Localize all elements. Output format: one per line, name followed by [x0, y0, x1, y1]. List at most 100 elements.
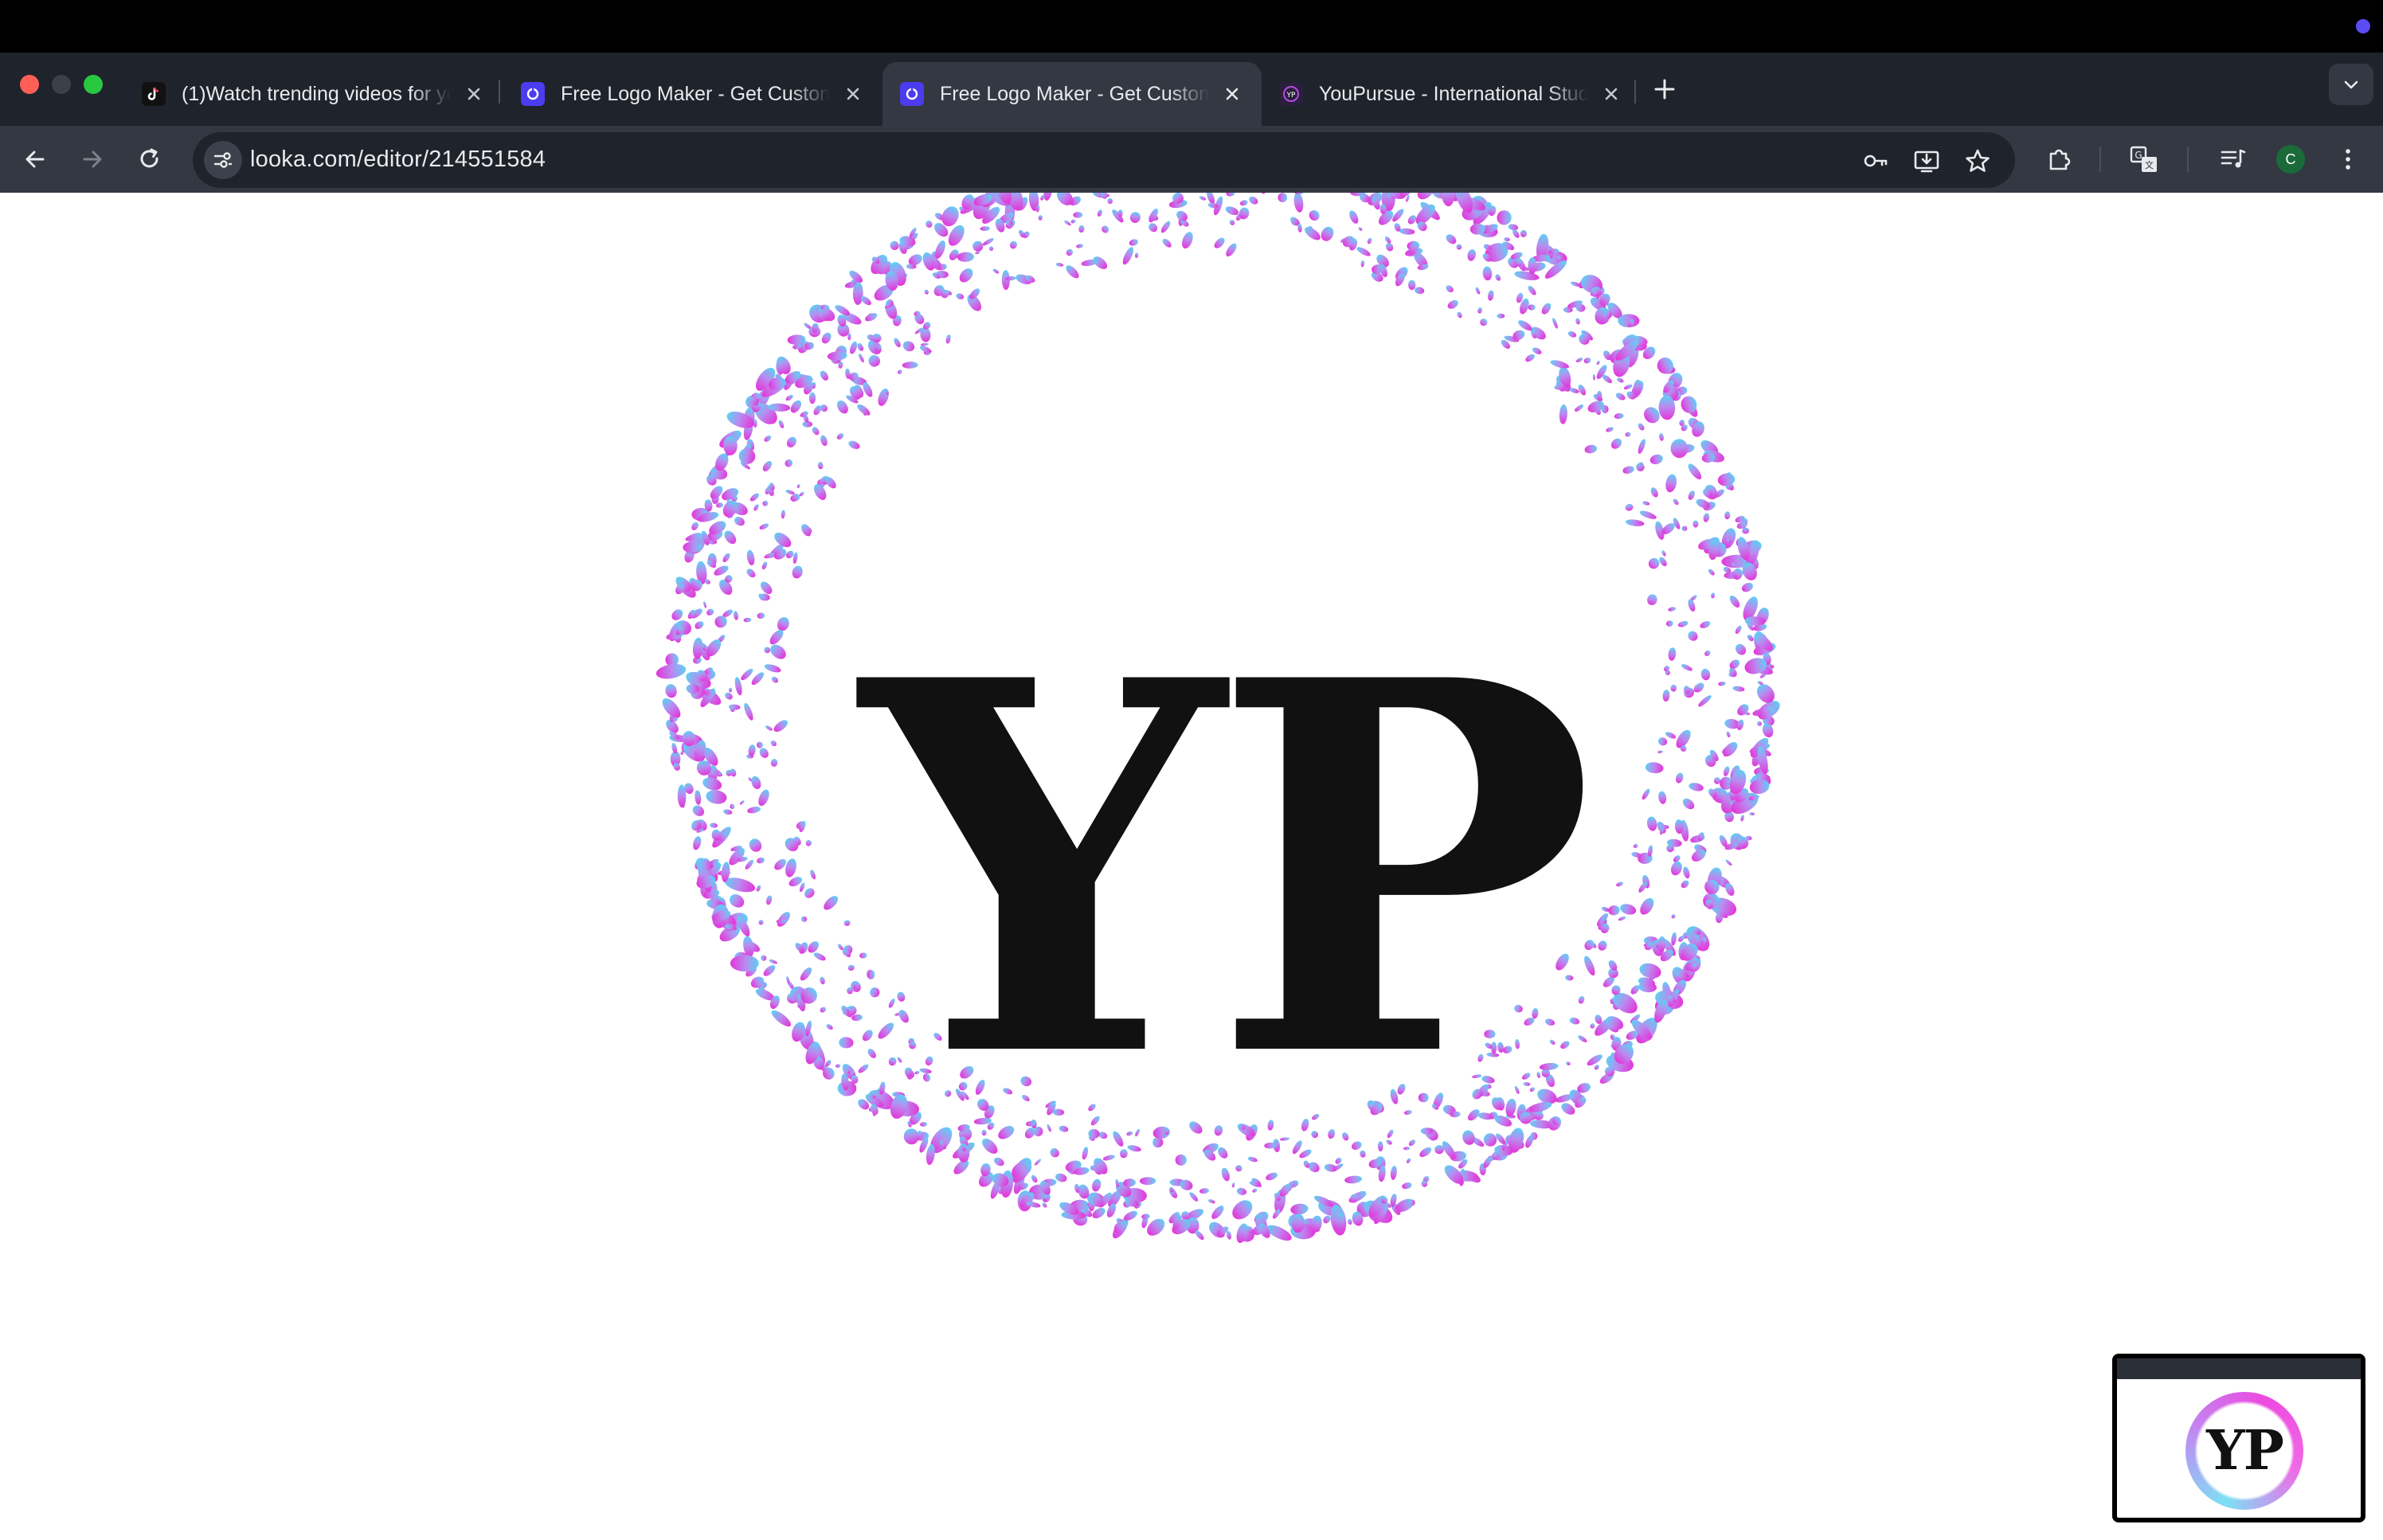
ring-speckle: [703, 601, 707, 608]
ring-speckle: [1349, 210, 1359, 224]
ring-speckle: [878, 388, 889, 406]
back-button[interactable]: [18, 142, 53, 177]
ring-speckle: [1726, 731, 1731, 737]
ring-speckle: [1596, 361, 1600, 365]
ring-speckle: [945, 334, 951, 344]
new-tab-button[interactable]: [1649, 73, 1681, 105]
ring-speckle: [1642, 501, 1650, 506]
ring-speckle: [857, 404, 871, 416]
ring-speckle: [1665, 732, 1677, 739]
ring-speckle: [857, 343, 864, 351]
ring-speckle: [1648, 557, 1660, 569]
ring-speckle: [785, 858, 796, 877]
ring-speckle: [1650, 487, 1658, 498]
site-settings-icon[interactable]: [204, 141, 242, 179]
ring-speckle: [785, 395, 793, 401]
ring-speckle: [749, 838, 762, 852]
more-menu-icon[interactable]: [2330, 142, 2365, 177]
ring-speckle: [1703, 513, 1710, 522]
logo-editor-canvas[interactable]: YP: [0, 193, 2383, 1540]
ring-speckle: [980, 226, 990, 231]
svg-text:YP: YP: [1286, 92, 1296, 100]
ring-speckle: [1497, 313, 1505, 319]
translate-icon[interactable]: G文: [2127, 142, 2162, 177]
profile-avatar[interactable]: C: [2276, 145, 2305, 174]
forward-button[interactable]: [75, 142, 110, 177]
window-zoom-button[interactable]: [84, 75, 103, 94]
install-app-icon[interactable]: [1911, 146, 1942, 176]
ring-speckle: [1482, 266, 1493, 281]
reload-icon: [140, 148, 158, 168]
window-close-button[interactable]: [20, 75, 39, 94]
ring-speckle: [1700, 621, 1711, 628]
ring-speckle: [1367, 237, 1372, 244]
media-controls-icon[interactable]: [2216, 142, 2251, 177]
ring-speckle: [1208, 1199, 1215, 1204]
close-tab-icon[interactable]: [1220, 82, 1244, 106]
tab-separator: [499, 80, 500, 104]
ring-speckle: [665, 684, 677, 698]
bookmark-star-icon[interactable]: [1962, 146, 1993, 176]
ring-speckle: [1646, 816, 1657, 831]
ring-speckle: [890, 240, 899, 251]
ring-speckle: [957, 252, 974, 262]
ring-speckle: [1625, 503, 1634, 511]
ring-speckle: [746, 549, 755, 566]
ring-speckle: [1442, 193, 1454, 207]
ring-speckle: [1688, 783, 1704, 791]
ring-speckle: [671, 609, 683, 620]
password-key-icon[interactable]: [1861, 146, 1891, 176]
logo-monogram-text[interactable]: YP: [847, 615, 1596, 1124]
ring-speckle: [1622, 466, 1634, 475]
tab-search-button[interactable]: [2329, 64, 2373, 105]
ring-speckle: [1148, 208, 1158, 223]
ring-speckle: [1293, 193, 1304, 213]
ring-speckle: [813, 483, 827, 500]
ring-speckle: [1681, 526, 1688, 531]
ring-speckle: [1480, 319, 1488, 326]
ring-speckle: [1700, 668, 1711, 681]
ring-speckle: [817, 462, 824, 470]
ring-speckle: [1620, 904, 1637, 915]
ring-speckle: [1225, 206, 1239, 216]
tab-looka-2-active[interactable]: Free Logo Maker - Get Custom Logo: [882, 62, 1262, 126]
ring-speckle: [1057, 193, 1074, 205]
tab-tiktok[interactable]: (1)Watch trending videos for you: [124, 62, 503, 126]
looka-icon: [521, 82, 545, 106]
tab-looka-1[interactable]: Free Logo Maker - Get Custom Logo: [503, 62, 882, 126]
ring-speckle: [1608, 905, 1620, 916]
ring-speckle: [1578, 384, 1587, 396]
ring-speckle: [1575, 358, 1583, 363]
ring-speckle: [1102, 225, 1109, 233]
logo-preview-thumbnail[interactable]: YP: [2112, 1354, 2365, 1522]
ring-speckle: [808, 392, 816, 405]
ring-speckle: [902, 341, 915, 352]
ring-speckle: [764, 436, 772, 442]
url-text[interactable]: looka.com/editor/214551584: [250, 147, 546, 173]
ring-speckle: [764, 647, 771, 654]
extensions-puzzle-icon[interactable]: [2042, 142, 2077, 177]
close-tab-icon[interactable]: [462, 82, 486, 106]
ring-speckle: [1240, 193, 1260, 194]
ring-speckle: [1698, 695, 1712, 707]
ring-speckle: [1736, 719, 1744, 730]
window-minimize-button[interactable]: [52, 75, 71, 94]
ring-speckle: [924, 289, 929, 295]
ring-speckle: [1097, 209, 1103, 217]
address-bar[interactable]: looka.com/editor/214551584: [193, 132, 2015, 188]
ring-speckle: [1447, 299, 1458, 309]
ring-speckle: [805, 840, 812, 846]
ring-speckle: [1415, 287, 1425, 295]
reload-button[interactable]: [132, 142, 167, 177]
tab-youpursue[interactable]: YP YouPursue - International Students: [1262, 62, 1641, 126]
ring-speckle: [747, 807, 761, 814]
ring-speckle: [1488, 290, 1494, 301]
arrow-left-icon: [25, 150, 45, 168]
close-tab-icon[interactable]: [1599, 82, 1623, 106]
ring-speckle: [1226, 243, 1237, 257]
ring-speckle: [725, 692, 733, 700]
ring-speckle: [1305, 227, 1321, 240]
recording-indicator-icon: [2356, 19, 2370, 33]
ring-speckle: [1657, 737, 1668, 746]
close-tab-icon[interactable]: [841, 82, 865, 106]
